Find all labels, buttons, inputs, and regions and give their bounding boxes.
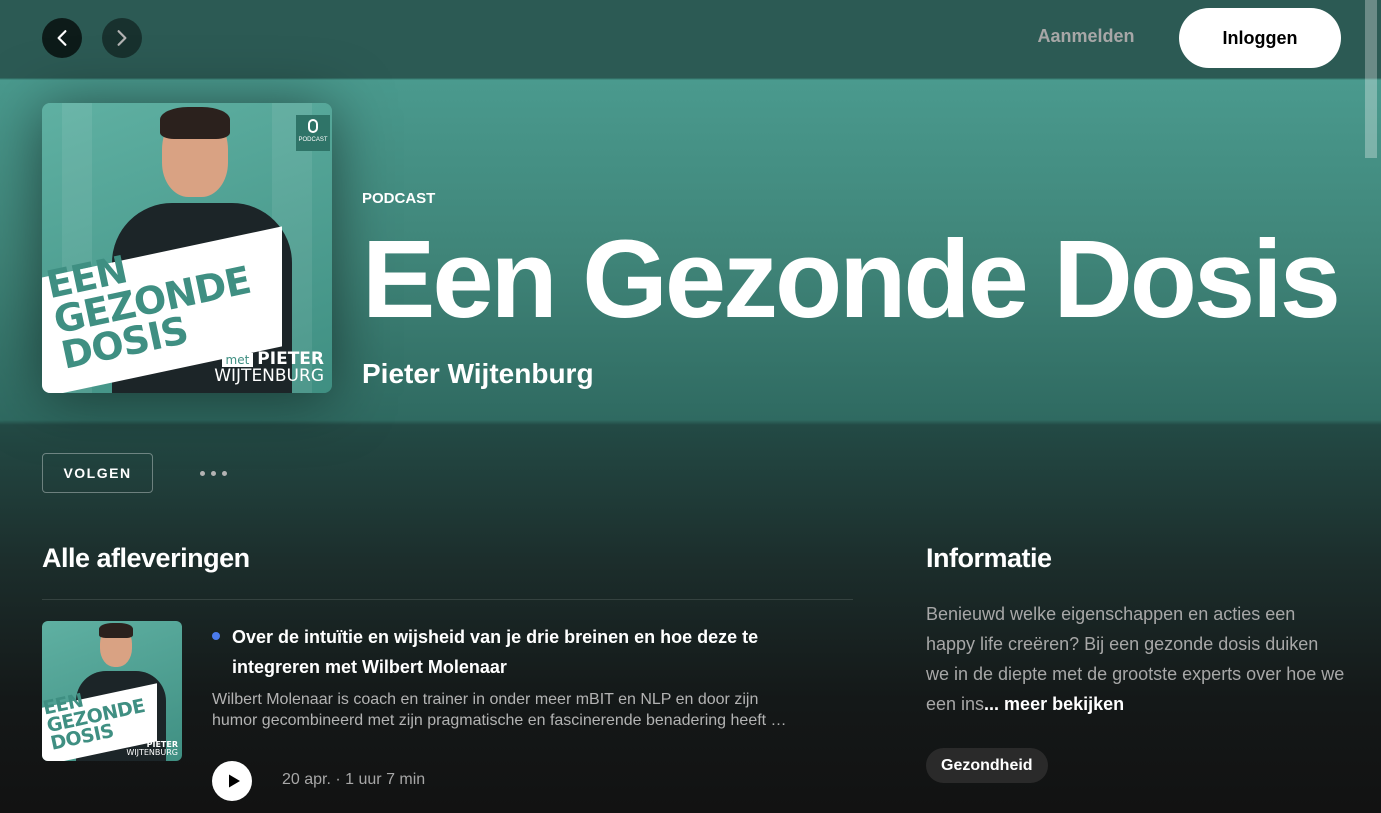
info-section-title: Informatie [926,543,1052,573]
back-button[interactable] [42,18,82,58]
follow-button[interactable]: VOLGEN [42,453,153,493]
episode-description: Wilbert Molenaar is coach en trainer in … [212,691,787,729]
new-episode-dot [212,632,220,640]
chevron-left-icon [57,30,67,46]
episode-thumbnail[interactable]: EEN GEZONDE DOSIS PIETER WIJTENBURG [42,621,182,761]
show-more-link[interactable]: ... meer bekijken [984,694,1124,714]
content-type-label: PODCAST [362,190,436,207]
top-bar: Aanmelden Inloggen [0,0,1381,78]
episode-meta: 20 apr. · 1 uur 7 min [282,771,426,788]
podcast-page: Aanmelden Inloggen EEN GEZONDE DOSIS POD… [0,0,1381,813]
more-options-icon[interactable] [188,458,238,488]
login-button[interactable]: Inloggen [1179,8,1341,68]
episode-title[interactable]: Over de intuïtie en wijsheid van je drie… [232,622,832,682]
signup-button[interactable]: Aanmelden [1018,26,1154,47]
microphone-icon [308,119,318,133]
podcast-cover-image: EEN GEZONDE DOSIS PODCAST met PIETER WIJT… [42,103,332,393]
play-icon [228,774,240,788]
page-title: Een Gezonde Dosis [362,218,1341,341]
publisher-name[interactable]: Pieter Wijtenburg [362,358,594,390]
cover-host-name: met PIETER WIJTENBURG [214,349,324,386]
info-description: Benieuwd welke eigenschappen en acties e… [926,604,1345,714]
scrollbar[interactable] [1365,0,1377,158]
divider [42,599,853,600]
podcast-badge: PODCAST [296,115,330,151]
play-button[interactable] [212,761,252,801]
episodes-section-title: Alle afleveringen [42,543,250,573]
chevron-right-icon [117,30,127,46]
category-chip[interactable]: Gezondheid [926,748,1048,783]
forward-button[interactable] [102,18,142,58]
